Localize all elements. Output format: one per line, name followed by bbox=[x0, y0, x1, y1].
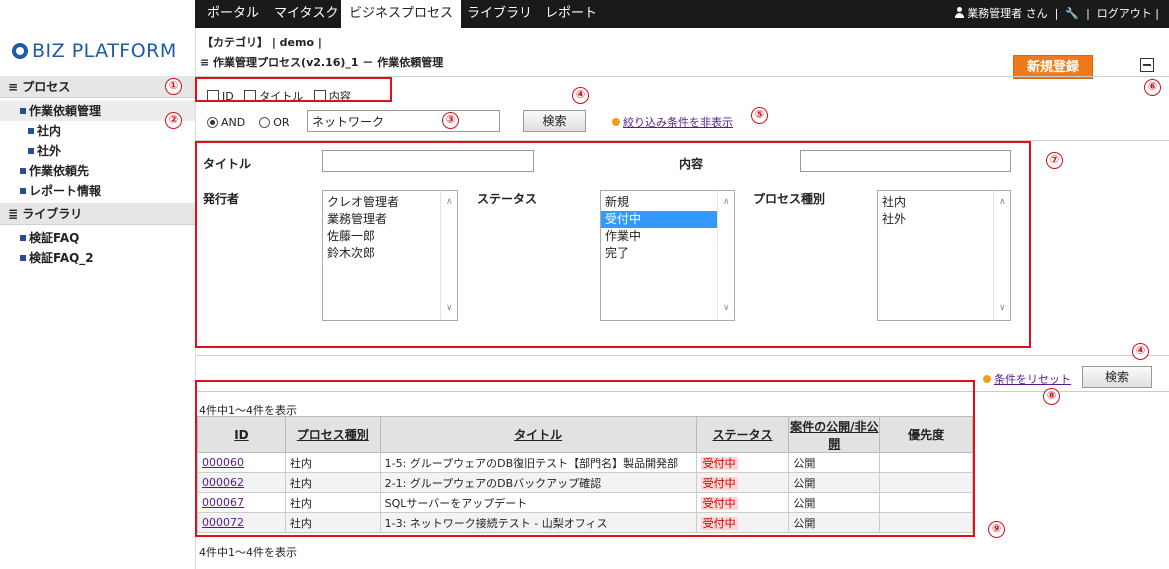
sidebar-item-label: 作業依頼先 bbox=[29, 164, 90, 178]
filter-search-button[interactable]: 検索 bbox=[1082, 366, 1152, 388]
user-menu: 業務管理者 さん | 🔧 | ログアウト | bbox=[954, 0, 1159, 28]
page-title: ≡ 作業管理プロセス(v2.16)_1 － 作業依頼管理 bbox=[200, 56, 444, 69]
sidebar: ≡ プロセス 作業依頼管理 社内 社外 作業依頼先 レポート情報 ≣ ライブラリ… bbox=[0, 76, 195, 569]
wrench-icon[interactable]: 🔧 bbox=[1065, 7, 1079, 20]
sidebar-head-label: ライブラリ bbox=[22, 207, 83, 221]
sidebar-head-library[interactable]: ≣ ライブラリ bbox=[0, 203, 195, 225]
nav-my-task[interactable]: マイタスク bbox=[274, 0, 338, 28]
sidebar-item-label: 社外 bbox=[37, 144, 62, 158]
annotation-number: ④ bbox=[1132, 343, 1149, 360]
divider bbox=[196, 355, 1169, 356]
sidebar-head-label: プロセス bbox=[22, 80, 71, 94]
search-mode-radios: AND OR bbox=[207, 116, 290, 129]
reset-filter-link-text: 条件をリセット bbox=[994, 373, 1071, 386]
annotation-box-1 bbox=[195, 77, 392, 102]
logo-text: BIZ PLATFORM bbox=[32, 40, 177, 62]
bullet-icon bbox=[20, 108, 26, 114]
bullet-icon bbox=[20, 235, 26, 241]
sidebar-item-external[interactable]: 社外 bbox=[0, 141, 195, 161]
annotation-number: ⑦ bbox=[1046, 152, 1063, 169]
annotation-number: ③ bbox=[442, 112, 459, 129]
logo-mark-icon bbox=[12, 43, 28, 59]
annotation-number: ⑥ bbox=[1144, 79, 1161, 96]
page-title-text: 作業管理プロセス(v2.16)_1 － 作業依頼管理 bbox=[213, 56, 444, 69]
sidebar-item-label: 作業依頼管理 bbox=[29, 104, 102, 118]
sidebar-item-request-dest[interactable]: 作業依頼先 bbox=[0, 161, 195, 181]
bullet-icon bbox=[28, 128, 34, 134]
radio-and[interactable] bbox=[207, 117, 218, 128]
biz-platform-logo: BIZ PLATFORM bbox=[12, 40, 177, 62]
hide-filter-link[interactable]: 絞り込み条件を非表示 bbox=[612, 114, 733, 130]
search-button[interactable]: 検索 bbox=[523, 110, 586, 132]
sidebar-item-label: 検証FAQ bbox=[29, 231, 80, 245]
keyword-input[interactable]: ネットワーク bbox=[307, 110, 500, 132]
radio-or[interactable] bbox=[259, 117, 271, 128]
reset-filter-link[interactable]: 条件をリセット bbox=[983, 371, 1071, 387]
radio-or-label: OR bbox=[273, 116, 290, 129]
breadcrumb[interactable]: 【カテゴリ】 | demo | bbox=[202, 34, 322, 50]
nav-business-process[interactable]: ビジネスプロセス bbox=[341, 0, 462, 28]
annotation-number: ⑤ bbox=[751, 107, 768, 124]
bullet-icon bbox=[20, 168, 26, 174]
annotation-number: ① bbox=[165, 78, 182, 95]
hide-filter-link-text: 絞り込み条件を非表示 bbox=[623, 116, 733, 129]
annotation-number: ⑧ bbox=[1043, 388, 1060, 405]
top-navigation: ポータル マイタスク ビジネスプロセス ライブラリ レポート 業務管理者 さん … bbox=[195, 0, 1169, 28]
user-name[interactable]: 業務管理者 さん bbox=[967, 7, 1048, 20]
result-count-bottom: 4件中1～4件を表示 bbox=[199, 546, 297, 559]
sidebar-item-report-info[interactable]: レポート情報 bbox=[0, 181, 195, 201]
nav-portal[interactable]: ポータル bbox=[207, 0, 259, 28]
annotation-number: ⑨ bbox=[988, 521, 1005, 538]
sidebar-item-label: レポート情報 bbox=[29, 184, 102, 198]
annotation-number: ② bbox=[165, 112, 182, 129]
bullet-icon bbox=[20, 188, 26, 194]
sidebar-item-faq2[interactable]: 検証FAQ_2 bbox=[0, 248, 195, 268]
nav-library[interactable]: ライブラリ bbox=[467, 0, 532, 28]
user-icon bbox=[954, 7, 965, 18]
sidebar-item-label: 社内 bbox=[37, 124, 62, 138]
bullet-circle-icon bbox=[983, 375, 991, 383]
nav-report[interactable]: レポート bbox=[545, 0, 597, 28]
bullet-icon bbox=[20, 255, 26, 261]
radio-and-label: AND bbox=[221, 116, 246, 129]
bullet-circle-icon bbox=[612, 118, 620, 126]
collapse-icon[interactable] bbox=[1140, 58, 1154, 72]
logout-link[interactable]: ログアウト bbox=[1097, 7, 1152, 20]
sidebar-item-faq[interactable]: 検証FAQ bbox=[0, 228, 195, 248]
annotation-box-7 bbox=[195, 141, 1031, 348]
sidebar-item-label: 検証FAQ_2 bbox=[29, 251, 94, 265]
annotation-box-9 bbox=[195, 380, 975, 537]
annotation-number: ④ bbox=[572, 87, 589, 104]
bullet-icon bbox=[28, 148, 34, 154]
